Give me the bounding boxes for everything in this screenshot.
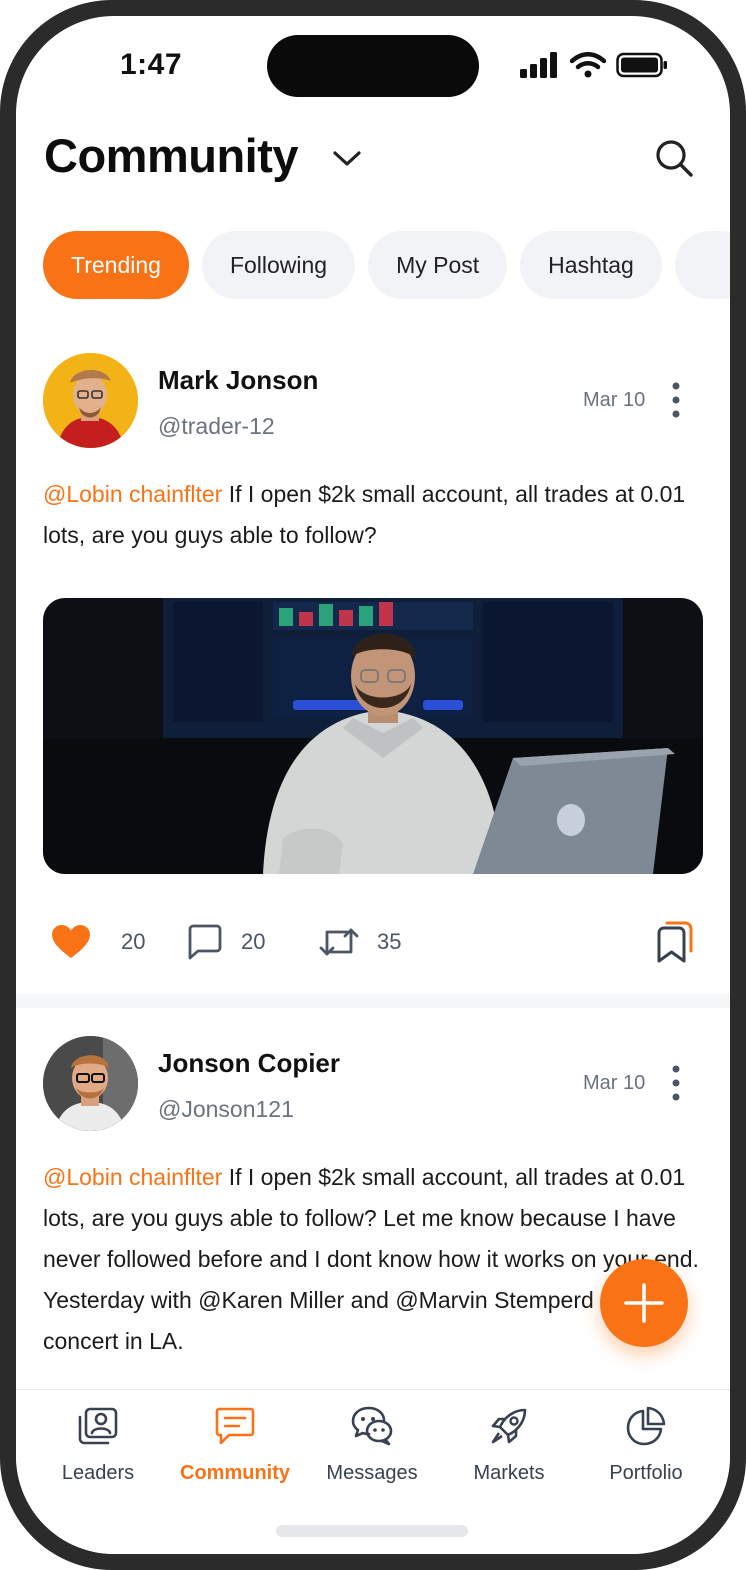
signal-icon xyxy=(520,52,557,78)
post-date: Mar 10 xyxy=(583,1072,646,1094)
post-divider xyxy=(16,994,730,1008)
nav-label: Community xyxy=(180,1462,290,1484)
tab-trending[interactable]: Trending xyxy=(43,231,189,299)
mention-link[interactable]: @Lobin chainflter xyxy=(43,481,222,507)
post-author-name[interactable]: Jonson Copier xyxy=(158,1048,340,1079)
more-options-icon[interactable] xyxy=(666,382,686,418)
comment-icon xyxy=(188,924,222,960)
status-time: 1:47 xyxy=(120,48,183,81)
more-options-icon[interactable] xyxy=(666,1065,686,1101)
nav-label: Portfolio xyxy=(609,1462,683,1484)
post-image[interactable] xyxy=(43,598,703,874)
nav-messages[interactable]: Messages xyxy=(307,1404,437,1485)
chevron-down-icon[interactable] xyxy=(330,144,364,172)
repost-count: 35 xyxy=(377,929,402,954)
tab-hashtag[interactable]: Hashtag xyxy=(520,231,662,299)
device-frame: 1:47 Community Trending Following My Pos… xyxy=(0,0,746,1570)
post-date: Mar 10 xyxy=(583,389,646,411)
screen: 1:47 Community Trending Following My Pos… xyxy=(16,16,730,1554)
leaders-icon xyxy=(78,1407,118,1445)
post-body: If I open $2k small account, all trades … xyxy=(43,1164,699,1354)
post-actions: 20 20 35 xyxy=(43,917,703,967)
nav-markets[interactable]: Markets xyxy=(444,1404,574,1485)
nav-label: Messages xyxy=(326,1462,418,1484)
plus-icon xyxy=(624,1283,664,1323)
avatar[interactable] xyxy=(43,353,138,448)
post-text: @Lobin chainflter If I open $2k small ac… xyxy=(43,474,711,556)
rocket-icon xyxy=(491,1408,527,1444)
status-bar: 1:47 xyxy=(16,16,730,116)
community-icon xyxy=(215,1407,255,1445)
post-text: @Lobin chainflter If I open $2k small ac… xyxy=(43,1157,703,1362)
post-author-handle[interactable]: @trader-12 xyxy=(158,413,275,440)
new-post-button[interactable] xyxy=(600,1259,688,1347)
page-title[interactable]: Community xyxy=(44,128,299,183)
like-count: 20 xyxy=(121,929,146,954)
dynamic-island xyxy=(267,35,479,97)
tab-following[interactable]: Following xyxy=(201,231,356,299)
messages-icon xyxy=(351,1406,393,1446)
tab-more[interactable] xyxy=(674,231,730,299)
pie-chart-icon xyxy=(626,1406,666,1446)
comment-button[interactable]: 20 xyxy=(187,917,265,967)
post-author-name[interactable]: Mark Jonson xyxy=(158,365,318,396)
nav-leaders[interactable]: Leaders xyxy=(33,1404,163,1485)
nav-portfolio[interactable]: Portfolio xyxy=(581,1404,711,1485)
comment-count: 20 xyxy=(241,929,266,954)
home-indicator[interactable] xyxy=(276,1525,468,1537)
search-icon[interactable] xyxy=(652,136,696,180)
mention-link[interactable]: @Lobin chainflter xyxy=(43,1164,222,1190)
repost-button[interactable]: 35 xyxy=(319,917,401,967)
nav-label: Markets xyxy=(473,1462,545,1484)
bookmark-icon[interactable] xyxy=(655,921,695,963)
heart-icon xyxy=(52,925,90,958)
wifi-icon xyxy=(570,52,606,78)
battery-icon xyxy=(616,52,667,78)
post-author-handle[interactable]: @Jonson121 xyxy=(158,1096,294,1123)
like-button[interactable]: 20 xyxy=(51,917,145,967)
status-icons xyxy=(520,52,668,78)
repost-icon xyxy=(319,928,359,956)
tab-my-post[interactable]: My Post xyxy=(368,231,508,299)
nav-label: Leaders xyxy=(61,1462,135,1484)
filter-tabs: Trending Following My Post Hashtag xyxy=(43,231,730,299)
avatar[interactable] xyxy=(43,1036,138,1131)
nav-community[interactable]: Community xyxy=(170,1404,300,1485)
